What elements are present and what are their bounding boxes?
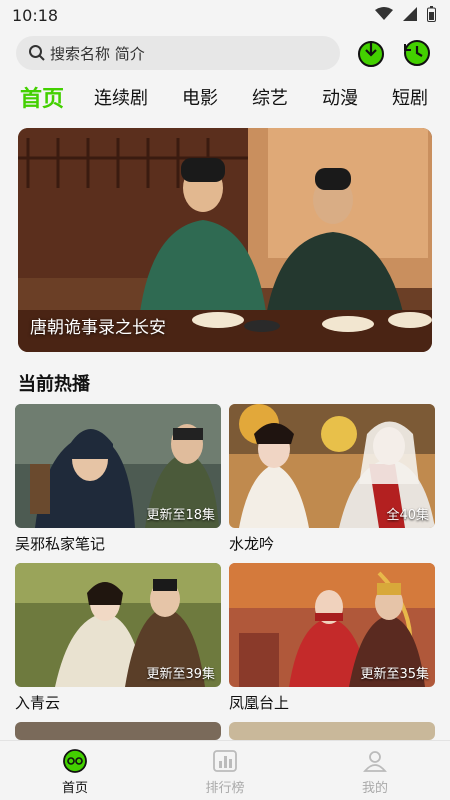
- search-bar[interactable]: 搜索名称 简介: [16, 36, 340, 70]
- signal-icon: [403, 7, 417, 21]
- nav-home-label: 首页: [61, 781, 88, 796]
- profile-icon: [363, 751, 387, 772]
- status-bar: 10:18: [0, 0, 450, 32]
- status-time: 10:18: [12, 6, 59, 25]
- show-card[interactable]: 更新至39集 入青云: [15, 563, 221, 713]
- episode-badge: 全40集: [386, 508, 429, 523]
- episode-badge: 更新至35集: [360, 667, 429, 682]
- show-card[interactable]: [229, 722, 435, 740]
- history-icon[interactable]: [402, 38, 432, 68]
- search-placeholder: 搜索名称 简介: [50, 44, 145, 63]
- tab-series[interactable]: 连续剧: [94, 84, 148, 110]
- home-gamepad-icon: [63, 749, 87, 773]
- show-poster: [15, 722, 221, 740]
- show-title: 水龙吟: [229, 535, 275, 553]
- nav-profile-label: 我的: [361, 781, 388, 796]
- poster-image: [15, 722, 221, 740]
- show-title: 凤凰台上: [229, 694, 290, 712]
- nav-ranking-label: 排行榜: [205, 781, 245, 796]
- show-poster: 更新至18集: [15, 404, 221, 528]
- show-card[interactable]: 更新至35集 凤凰台上: [229, 563, 435, 713]
- bottom-navigation: 首页 排行榜 我的: [0, 740, 450, 800]
- ranking-chart-icon: [213, 750, 237, 772]
- nav-home[interactable]: 首页: [35, 749, 115, 796]
- show-poster: 更新至35集: [229, 563, 435, 687]
- tab-movies[interactable]: 电影: [182, 84, 218, 110]
- section-title-now-playing: 当前热播: [18, 374, 90, 395]
- show-card[interactable]: [15, 722, 221, 740]
- battery-icon: [427, 6, 436, 22]
- show-card[interactable]: 全40集 水龙吟: [229, 404, 435, 554]
- wifi-icon: [375, 7, 393, 20]
- show-poster: 全40集: [229, 404, 435, 528]
- search-icon: [29, 45, 45, 61]
- show-poster: 更新至39集: [15, 563, 221, 687]
- status-icons: [375, 6, 436, 22]
- episode-badge: 更新至39集: [146, 667, 215, 682]
- category-tabs: 首页 连续剧 电影 综艺 动漫 短剧: [0, 80, 450, 116]
- show-poster: [229, 722, 435, 740]
- show-title: 吴邪私家笔记: [15, 535, 106, 553]
- tab-variety[interactable]: 综艺: [252, 84, 288, 110]
- show-card[interactable]: 更新至18集 吴邪私家笔记: [15, 404, 221, 554]
- show-title: 入青云: [15, 694, 61, 712]
- tab-anime[interactable]: 动漫: [322, 84, 358, 110]
- poster-image: [229, 722, 435, 740]
- hero-title: 唐朝诡事录之长安: [30, 318, 166, 338]
- nav-profile[interactable]: 我的: [335, 749, 415, 796]
- download-icon[interactable]: [356, 38, 386, 68]
- episode-badge: 更新至18集: [146, 508, 215, 523]
- hero-banner[interactable]: 唐朝诡事录之长安: [18, 128, 432, 352]
- nav-ranking[interactable]: 排行榜: [185, 749, 265, 796]
- tab-shorts[interactable]: 短剧: [392, 84, 428, 110]
- tab-home[interactable]: 首页: [20, 81, 64, 113]
